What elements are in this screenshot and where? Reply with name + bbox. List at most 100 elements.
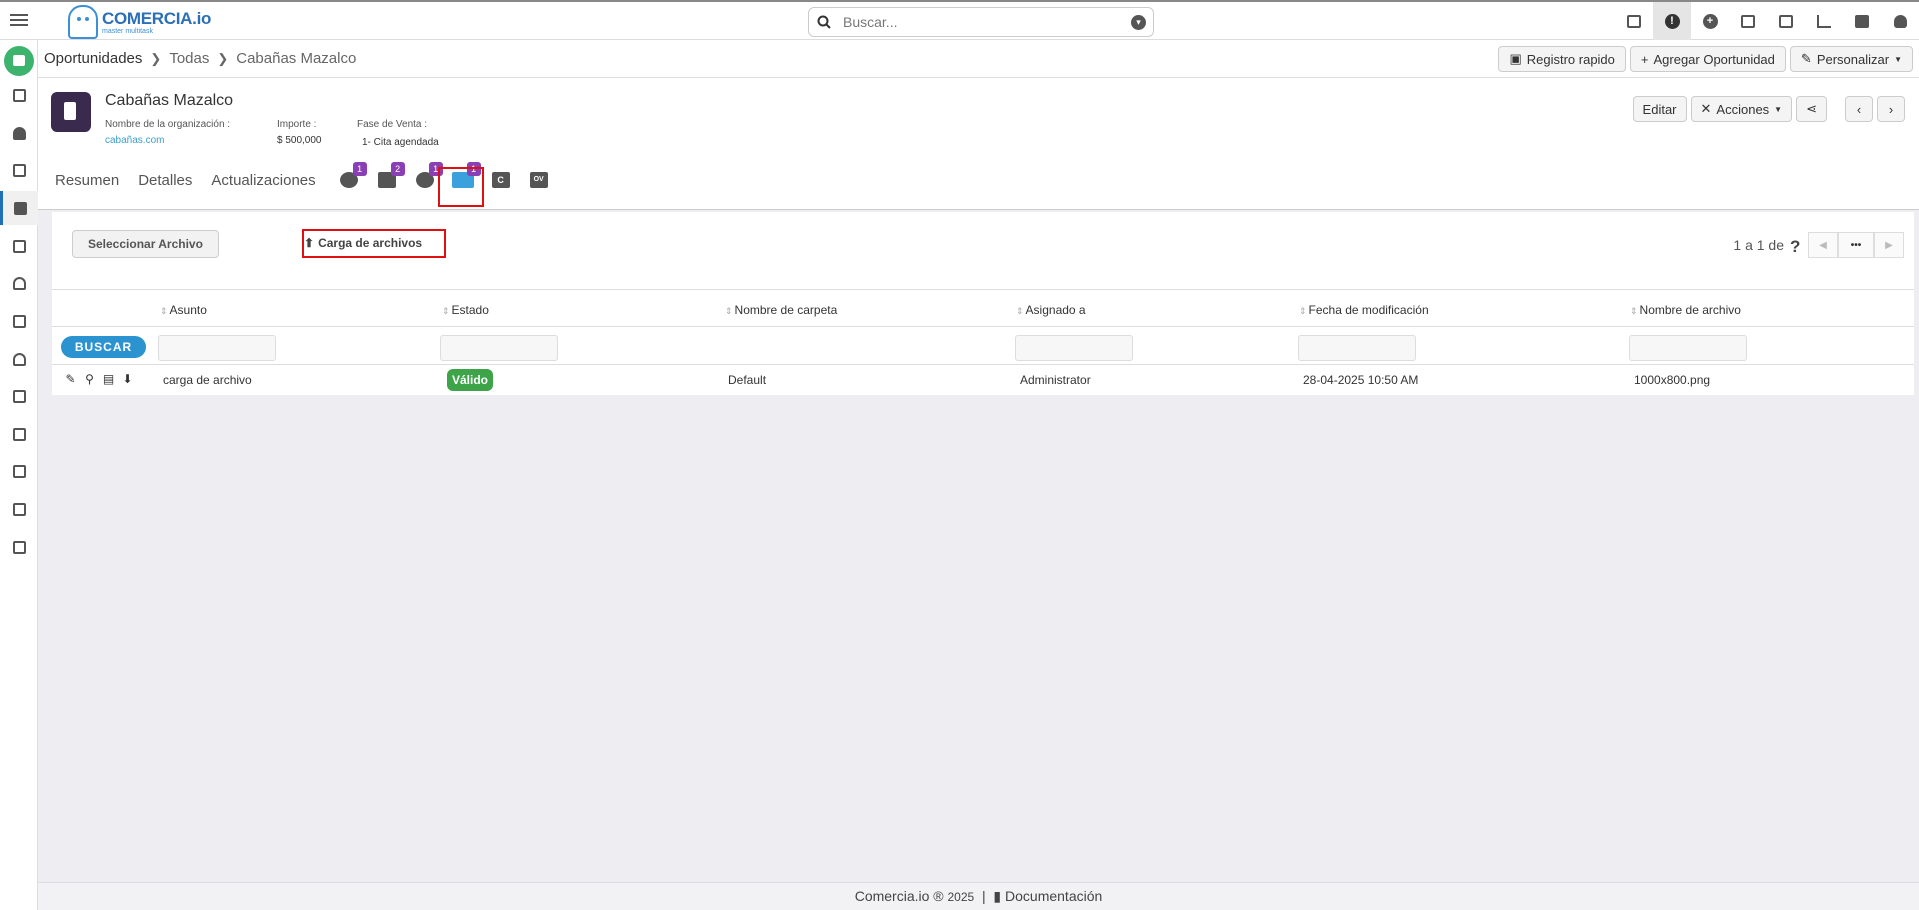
col-subject[interactable]: Asunto: [160, 303, 207, 317]
checkbox-icon[interactable]: [1843, 2, 1881, 40]
search-button[interactable]: BUSCAR: [61, 336, 146, 358]
cell-folder: Default: [728, 373, 767, 387]
contact-card-icon: ▣: [1509, 51, 1522, 66]
sales-order-doc-icon: OV: [529, 172, 548, 188]
page-more-button[interactable]: •••: [1838, 232, 1874, 258]
breadcrumb-all[interactable]: Todas: [169, 50, 209, 67]
book-icon: ▮: [993, 888, 1002, 904]
plus-icon: +: [1640, 51, 1649, 67]
home-icon[interactable]: [4, 46, 34, 76]
breadcrumb-opportunities[interactable]: Oportunidades: [44, 50, 142, 67]
col-status[interactable]: Estado: [442, 303, 489, 317]
filter-filename[interactable]: [1629, 335, 1747, 361]
record-header: Cabañas Mazalco Nombre de la organizació…: [38, 78, 1919, 210]
ticket-icon: [12, 502, 26, 516]
chart-icon[interactable]: [1805, 2, 1843, 40]
alert-icon[interactable]: !: [1653, 2, 1691, 40]
share-button[interactable]: ⋖: [1796, 96, 1827, 122]
tab-comments[interactable]: 1: [335, 162, 367, 192]
tab-contacts[interactable]: 1: [411, 162, 443, 192]
document-icon: [12, 239, 26, 253]
select-file-button[interactable]: Seleccionar Archivo: [72, 230, 219, 258]
edit-button[interactable]: Editar: [1632, 96, 1687, 122]
filter-modified[interactable]: [1298, 335, 1416, 361]
footer-separator: |: [981, 888, 986, 904]
documentation-link[interactable]: Documentación: [1005, 888, 1102, 904]
tab-updates[interactable]: Actualizaciones: [211, 172, 315, 189]
share-icon: ⋖: [1806, 101, 1817, 116]
col-filename[interactable]: Nombre de archivo: [1630, 303, 1741, 317]
sidebar-item-tickets[interactable]: [0, 492, 38, 526]
sidebar-item-reports[interactable]: [0, 417, 38, 451]
table-header: Asunto Estado Nombre de carpeta Asignado…: [52, 289, 1914, 327]
person-icon: [12, 126, 26, 140]
org-label: Nombre de la organización :: [105, 119, 231, 130]
highlight-upload-button: [302, 229, 446, 258]
add-circle-icon[interactable]: +: [1691, 2, 1729, 40]
tab-sales-orders[interactable]: OV: [525, 168, 553, 192]
filter-assigned[interactable]: [1015, 335, 1133, 361]
sidebar-item-invoices[interactable]: [0, 379, 38, 413]
actions-button[interactable]: ✕ Acciones ▼: [1690, 96, 1793, 122]
pagination: 1 a 1 de ? ◀ ••• ▶: [1733, 232, 1904, 258]
filter-row: BUSCAR: [52, 327, 1914, 365]
image-icon[interactable]: ▤: [102, 373, 115, 386]
menu-icon[interactable]: [10, 11, 28, 29]
top-bar: COMERCIA.io master multitask ▾ ! +: [0, 0, 1919, 40]
pencil-icon[interactable]: ✎: [64, 373, 77, 386]
cell-subject[interactable]: carga de archivo: [163, 373, 252, 387]
tab-quotes[interactable]: C: [487, 168, 515, 192]
next-record-button[interactable]: ›: [1877, 96, 1905, 122]
filter-subject[interactable]: [158, 335, 276, 361]
page-next-button[interactable]: ▶: [1874, 232, 1904, 258]
search-input[interactable]: [843, 12, 1113, 32]
sidebar-item-tasks[interactable]: [0, 530, 38, 564]
register-icon[interactable]: [1615, 2, 1653, 40]
sidebar-item-cards[interactable]: [0, 78, 38, 112]
question-icon[interactable]: ?: [1790, 237, 1802, 256]
tools-icon: ✕: [1700, 101, 1712, 116]
calendar-icon[interactable]: [1767, 2, 1805, 40]
customize-button[interactable]: ✎ Personalizar ▼: [1789, 46, 1913, 72]
sidebar-item-orders[interactable]: [0, 304, 38, 338]
col-assigned[interactable]: Asignado a: [1016, 303, 1086, 317]
global-search: ▾: [808, 7, 1154, 37]
sidebar-item-contacts[interactable]: [0, 116, 38, 150]
sidebar-item-lookup[interactable]: [0, 342, 38, 376]
download-icon[interactable]: ⬇: [121, 373, 134, 386]
caret-down-icon: ▼: [1774, 104, 1783, 114]
footer-brand: Comercia.io ®: [854, 888, 944, 904]
quote-doc-icon: C: [491, 172, 510, 188]
chevron-down-icon[interactable]: ▾: [1131, 15, 1146, 30]
logo[interactable]: COMERCIA.io master multitask: [68, 4, 211, 40]
quick-register-button[interactable]: ▣ Registro rapido: [1498, 46, 1626, 72]
invoice-icon: [12, 389, 26, 403]
breadcrumb: Oportunidades ❯ Todas ❯ Cabañas Mazalco: [44, 50, 356, 67]
documents-panel: Seleccionar Archivo ⬆ Carga de archivos …: [52, 212, 1914, 395]
tab-details[interactable]: Detalles: [138, 172, 192, 189]
col-modified[interactable]: Fecha de modificación: [1299, 303, 1429, 317]
sidebar-item-organizations[interactable]: [0, 153, 38, 187]
tab-calendar[interactable]: 2: [373, 162, 405, 192]
user-icon[interactable]: [1881, 2, 1919, 40]
tab-summary[interactable]: Resumen: [55, 172, 119, 189]
add-opportunity-button[interactable]: + Agregar Oportunidad: [1629, 46, 1786, 72]
previous-record-button[interactable]: ‹: [1845, 96, 1873, 122]
col-folder[interactable]: Nombre de carpeta: [725, 303, 838, 317]
sidebar-item-credit-notes[interactable]: [0, 454, 38, 488]
cell-filename[interactable]: 1000x800.png: [1634, 373, 1710, 387]
calendar-check-icon[interactable]: [1729, 2, 1767, 40]
caret-down-icon: ▼: [1894, 54, 1902, 64]
comments-count-badge: 1: [352, 162, 367, 176]
record-title: Cabañas Mazalco: [105, 92, 234, 109]
org-link[interactable]: cabañas.com: [105, 135, 164, 146]
link-icon[interactable]: ⚲: [83, 373, 96, 386]
page-prev-button[interactable]: ◀: [1808, 232, 1838, 258]
sidebar-item-search-docs[interactable]: [0, 266, 38, 300]
sidebar-item-quotes[interactable]: [0, 229, 38, 263]
stage-label: Fase de Venta :: [357, 119, 428, 130]
sidebar-item-opportunities[interactable]: [0, 191, 38, 225]
building-icon: [12, 163, 26, 177]
filter-status[interactable]: [440, 335, 558, 361]
magnifier-icon: [12, 276, 26, 290]
